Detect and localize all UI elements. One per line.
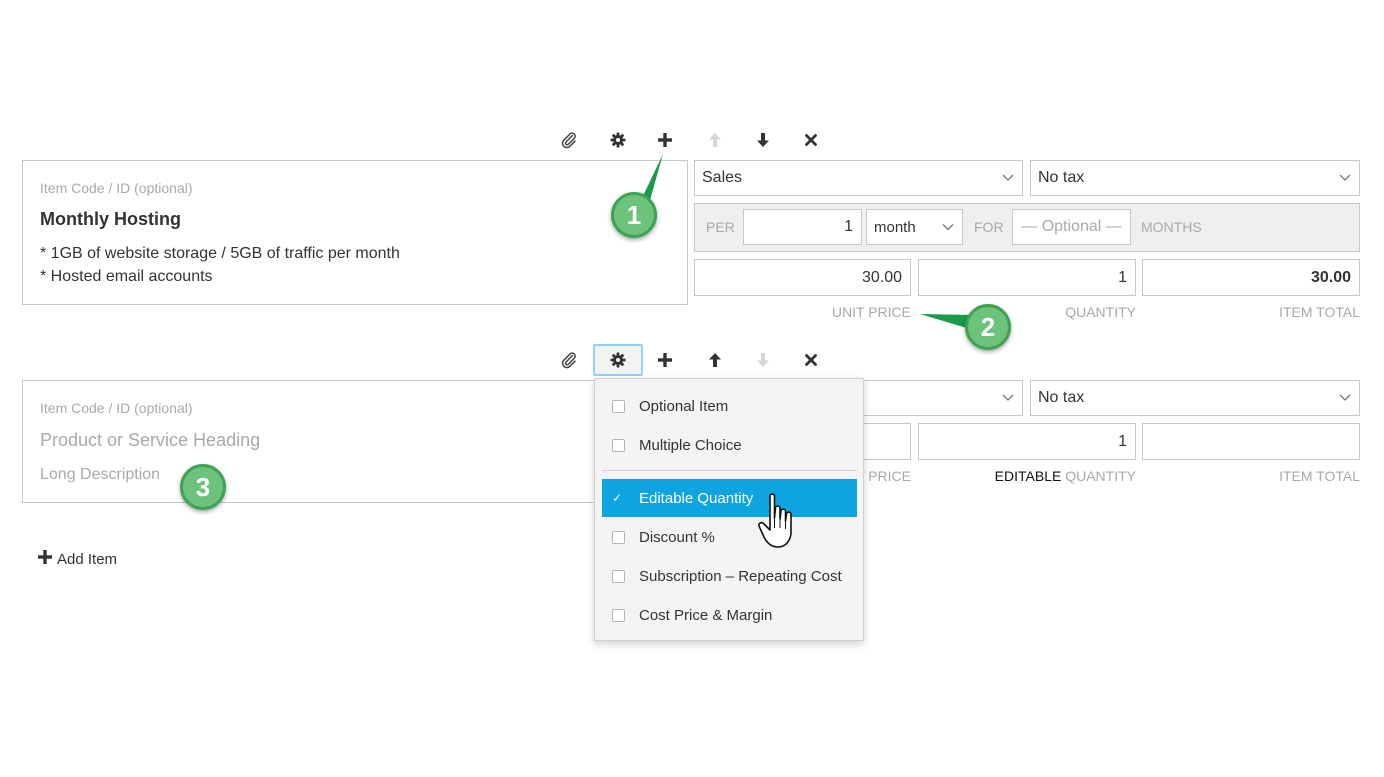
attach-button[interactable]: [544, 344, 594, 376]
tax-select[interactable]: No tax: [1030, 380, 1360, 416]
add-below-button[interactable]: [640, 344, 690, 376]
account-select-value: Sales: [702, 169, 743, 186]
menu-item-cost-price-margin[interactable]: Cost Price & Margin: [602, 596, 857, 634]
arrow-up-icon: [709, 133, 721, 147]
menu-item-label: Multiple Choice: [639, 436, 742, 454]
arrow-down-icon: [757, 353, 769, 367]
delete-button[interactable]: [786, 124, 836, 156]
tax-select-value: No tax: [1038, 169, 1085, 186]
account-select[interactable]: Sales: [694, 160, 1023, 196]
checkbox[interactable]: [612, 569, 625, 583]
add-item-label: Add Item: [57, 550, 118, 568]
item-code-field[interactable]: Item Code / ID (optional): [40, 180, 193, 196]
move-up-button[interactable]: [690, 344, 740, 376]
menu-item-label: Editable Quantity: [639, 489, 754, 507]
attach-button[interactable]: [544, 124, 594, 156]
item-heading-field[interactable]: Product or Service Heading: [40, 430, 260, 451]
item-total-field: [1142, 423, 1360, 460]
quantity-input[interactable]: 1: [918, 259, 1136, 296]
editable-label: EDITABLE: [994, 468, 1062, 484]
callout-badge-1: 1: [611, 192, 657, 238]
item1-description-box[interactable]: Item Code / ID (optional) Monthly Hostin…: [22, 160, 688, 305]
menu-item-editable-quantity[interactable]: ✓ Editable Quantity: [602, 479, 857, 517]
checkbox[interactable]: [612, 530, 625, 544]
duration-input[interactable]: — Optional —: [1012, 209, 1131, 245]
checkbox[interactable]: [612, 438, 625, 452]
settings-button[interactable]: [593, 344, 643, 376]
interval-unit-value: month: [874, 218, 916, 236]
months-label: MONTHS: [1141, 219, 1202, 235]
menu-item-subscription[interactable]: Subscription – Repeating Cost: [602, 557, 857, 595]
item2-description-box[interactable]: Item Code / ID (optional) Product or Ser…: [22, 380, 688, 503]
interval-unit-select[interactable]: month: [866, 209, 963, 245]
chevron-down-icon: [1002, 389, 1014, 407]
chevron-down-icon: [1002, 169, 1014, 187]
item-heading-field[interactable]: Monthly Hosting: [40, 209, 181, 230]
hand-pointer-cursor-icon: [758, 492, 804, 555]
item-options-menu: Optional Item Multiple Choice ✓ Editable…: [594, 378, 864, 641]
menu-item-multiple-choice[interactable]: Multiple Choice: [602, 426, 857, 464]
move-up-button[interactable]: [690, 124, 740, 156]
item-description-field[interactable]: Long Description: [40, 463, 160, 486]
checkbox[interactable]: [612, 399, 625, 413]
paperclip-icon: [560, 351, 578, 369]
plus-icon: [658, 133, 672, 147]
unit-price-label: UNIT PRICE: [831, 304, 911, 320]
chevron-down-icon: [1339, 169, 1351, 187]
tax-select[interactable]: No tax: [1030, 160, 1360, 196]
quantity-label: EDITABLE QUANTITY: [918, 468, 1136, 484]
per-label: PER: [706, 219, 735, 235]
add-item-button[interactable]: Add Item: [38, 550, 117, 568]
recurring-row: PER 1 month FOR — Optional — MONTHS: [694, 203, 1360, 252]
plus-icon: [658, 353, 672, 367]
item-code-field[interactable]: Item Code / ID (optional): [40, 400, 193, 416]
for-label: FOR: [974, 219, 1004, 235]
quantity-label-text: QUANTITY: [1065, 468, 1136, 484]
checkmark-icon: ✓: [612, 491, 623, 505]
close-icon: [805, 134, 817, 146]
chevron-down-icon: [1339, 389, 1351, 407]
gear-icon: [610, 352, 626, 368]
arrow-down-icon: [757, 133, 769, 147]
callout-badge-2: 2: [965, 304, 1011, 350]
checkbox[interactable]: [612, 608, 625, 622]
menu-item-label: Optional Item: [639, 397, 729, 415]
close-icon: [805, 354, 817, 366]
menu-item-label: Cost Price & Margin: [639, 606, 773, 624]
chevron-down-icon: [942, 219, 954, 236]
item-total-label: ITEM TOTAL: [1279, 468, 1360, 484]
item-total-field: 30.00: [1142, 259, 1360, 296]
tax-select-value: No tax: [1038, 389, 1085, 406]
plus-icon: [38, 550, 52, 568]
delete-button[interactable]: [786, 344, 836, 376]
gear-icon: [610, 132, 626, 148]
menu-item-label: Discount %: [639, 528, 715, 546]
quantity-input[interactable]: 1: [918, 423, 1136, 460]
move-down-button[interactable]: [738, 124, 788, 156]
move-down-button[interactable]: [738, 344, 788, 376]
menu-item-discount[interactable]: Discount %: [602, 518, 857, 556]
interval-count-input[interactable]: 1: [743, 209, 862, 245]
menu-item-optional-item[interactable]: Optional Item: [602, 387, 857, 425]
item-description-field[interactable]: * 1GB of website storage / 5GB of traffi…: [40, 242, 400, 288]
callout-badge-3: 3: [180, 464, 226, 510]
menu-item-label: Subscription – Repeating Cost: [639, 567, 842, 585]
item-total-label: ITEM TOTAL: [1279, 304, 1360, 320]
menu-divider: [602, 470, 857, 471]
unit-price-input[interactable]: 30.00: [694, 259, 911, 296]
arrow-up-icon: [709, 353, 721, 367]
paperclip-icon: [560, 131, 578, 149]
